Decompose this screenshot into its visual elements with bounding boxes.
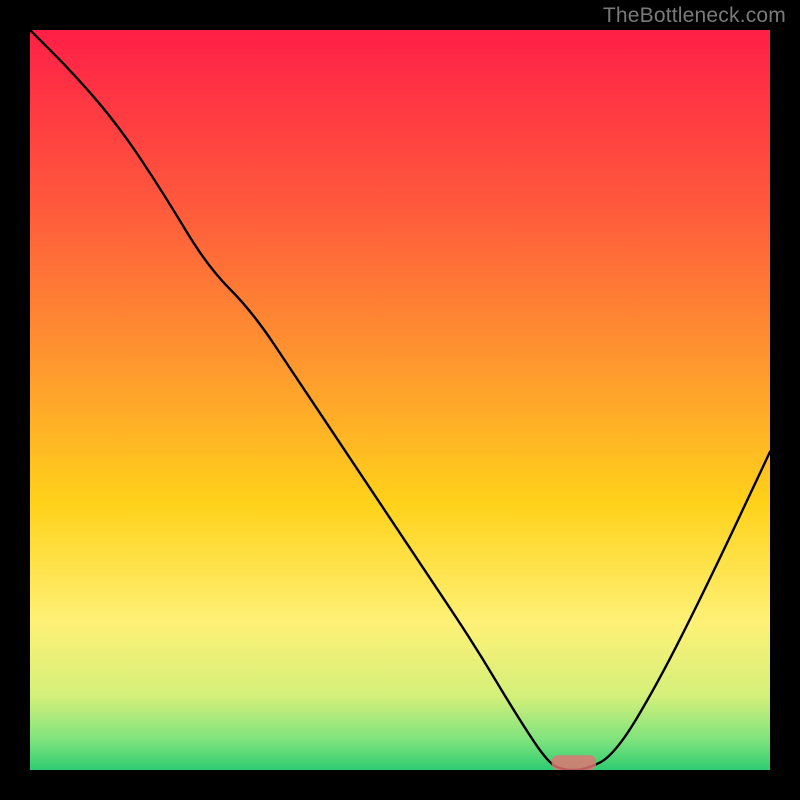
plot-background — [30, 30, 770, 770]
watermark-label: TheBottleneck.com — [603, 4, 786, 28]
sweet-spot-marker — [552, 755, 596, 770]
bottleneck-chart — [0, 0, 800, 800]
